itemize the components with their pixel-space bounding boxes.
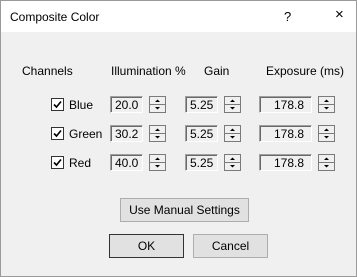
use-manual-settings-button[interactable]: Use Manual Settings [120, 198, 249, 222]
spin-arrows-icon [324, 157, 329, 168]
checkmark-icon [53, 100, 62, 109]
blue-exposure-spinner[interactable] [318, 96, 335, 113]
composite-color-dialog: Composite Color ? × Channels Illuminatio… [0, 0, 357, 277]
header-gain: Gain [204, 64, 230, 78]
dialog-title: Composite Color [10, 10, 100, 24]
header-channels: Channels [22, 64, 73, 78]
blue-gain-spinner[interactable] [224, 96, 241, 113]
spin-arrows-icon [324, 99, 329, 110]
red-label: Red [69, 156, 92, 170]
red-exposure-spinner[interactable] [318, 154, 335, 171]
red-illumination-field[interactable]: 40.0 [110, 154, 143, 171]
blue-label: Blue [69, 98, 94, 112]
blue-illumination-field[interactable]: 20.0 [110, 96, 143, 113]
spin-arrows-icon [230, 157, 235, 168]
spin-arrows-icon [155, 99, 160, 110]
green-exposure-spinner[interactable] [318, 125, 335, 142]
green-exposure-field[interactable]: 178.8 [259, 125, 312, 142]
blue-exposure-field[interactable]: 178.8 [259, 96, 312, 113]
title-bar: Composite Color ? × [1, 1, 356, 32]
close-button[interactable]: × [335, 7, 344, 22]
spin-arrows-icon [155, 128, 160, 139]
spin-arrows-icon [324, 128, 329, 139]
red-checkbox[interactable] [51, 156, 64, 169]
red-exposure-field[interactable]: 178.8 [259, 154, 312, 171]
checkmark-icon [53, 158, 62, 167]
green-gain-field[interactable]: 5.25 [185, 125, 218, 142]
cancel-button[interactable]: Cancel [193, 234, 268, 258]
blue-checkbox[interactable] [51, 98, 64, 111]
green-gain-spinner[interactable] [224, 125, 241, 142]
spin-arrows-icon [155, 157, 160, 168]
red-gain-field[interactable]: 5.25 [185, 154, 218, 171]
spin-arrows-icon [230, 99, 235, 110]
help-button[interactable]: ? [284, 9, 291, 24]
green-illumination-spinner[interactable] [149, 125, 166, 142]
blue-illumination-spinner[interactable] [149, 96, 166, 113]
header-exposure: Exposure (ms) [266, 64, 345, 78]
red-illumination-spinner[interactable] [149, 154, 166, 171]
header-illumination: Illumination % [111, 64, 186, 78]
red-gain-spinner[interactable] [224, 154, 241, 171]
green-checkbox[interactable] [51, 127, 64, 140]
ok-button[interactable]: OK [109, 234, 184, 258]
spin-arrows-icon [230, 128, 235, 139]
blue-gain-field[interactable]: 5.25 [185, 96, 218, 113]
checkmark-icon [53, 129, 62, 138]
green-label: Green [69, 127, 103, 141]
green-illumination-field[interactable]: 30.2 [110, 125, 143, 142]
